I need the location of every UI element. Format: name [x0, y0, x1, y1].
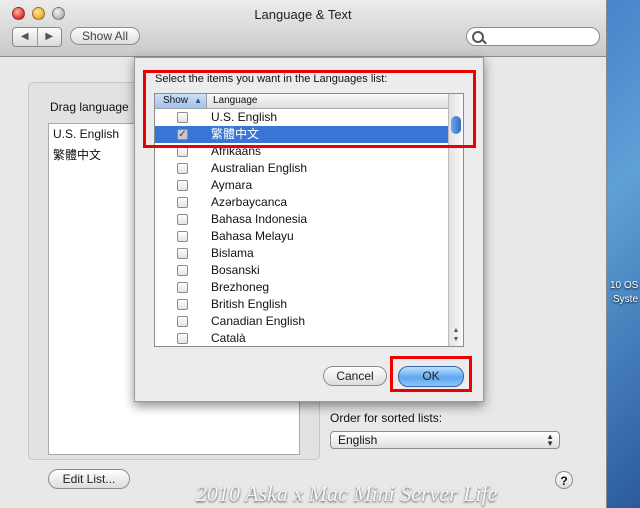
- table-row[interactable]: Bahasa Melayu: [155, 228, 451, 245]
- drag-languages-label: Drag language: [50, 100, 129, 114]
- order-sorted-value: English: [338, 433, 378, 447]
- back-forward-control: ◀ ▶: [12, 27, 62, 47]
- language-name: Bosanski: [211, 263, 260, 277]
- show-checkbox[interactable]: [177, 282, 188, 293]
- highlight-box-ok: [390, 356, 472, 392]
- table-row[interactable]: Canadian English: [155, 313, 451, 330]
- table-row[interactable]: Bosanski: [155, 262, 451, 279]
- table-row[interactable]: Bislama: [155, 245, 451, 262]
- show-checkbox[interactable]: [177, 163, 188, 174]
- show-checkbox[interactable]: [177, 299, 188, 310]
- language-name: Brezhoneg: [211, 280, 270, 294]
- language-name: Australian English: [211, 161, 308, 175]
- show-checkbox[interactable]: [177, 265, 188, 276]
- language-name: Bahasa Melayu: [211, 229, 294, 243]
- show-checkbox[interactable]: [177, 197, 188, 208]
- title-bar: Language & Text ◀ ▶ Show All: [0, 0, 606, 57]
- table-row[interactable]: British English: [155, 296, 451, 313]
- language-name: Canadian English: [211, 314, 306, 328]
- show-checkbox[interactable]: [177, 214, 188, 225]
- desktop-label-line2: Syste: [613, 294, 639, 305]
- order-sorted-label: Order for sorted lists:: [330, 411, 443, 425]
- forward-arrow-icon[interactable]: ▶: [36, 28, 62, 46]
- table-row[interactable]: Australian English: [155, 160, 451, 177]
- edit-list-button[interactable]: Edit List...: [48, 469, 130, 489]
- language-name: Bahasa Indonesia: [211, 212, 308, 226]
- watermark-text: 2010 Aska x Mac Mini Server Life: [196, 481, 498, 506]
- desktop-label-line1: 10 OS: [610, 280, 639, 291]
- highlight-box-languages: [143, 70, 476, 148]
- table-row[interactable]: Català: [155, 330, 451, 346]
- table-row[interactable]: Bahasa Indonesia: [155, 211, 451, 228]
- show-checkbox[interactable]: [177, 180, 188, 191]
- show-checkbox[interactable]: [177, 333, 188, 344]
- popup-arrows-icon: ▲ ▼: [546, 432, 554, 448]
- search-field[interactable]: [466, 27, 600, 46]
- table-row[interactable]: Aymara: [155, 177, 451, 194]
- help-button[interactable]: ?: [555, 471, 573, 489]
- cancel-button[interactable]: Cancel: [323, 366, 387, 386]
- language-name: British English: [211, 297, 288, 311]
- language-name: Aymara: [211, 178, 253, 192]
- table-row[interactable]: Brezhoneg: [155, 279, 451, 296]
- order-sorted-popup[interactable]: English ▲ ▼: [330, 431, 560, 449]
- show-all-button[interactable]: Show All: [70, 27, 140, 45]
- scroll-arrows-icon[interactable]: ▲ ▼: [449, 326, 463, 344]
- search-icon: [472, 31, 484, 43]
- language-name: Català: [211, 331, 246, 345]
- show-checkbox[interactable]: [177, 316, 188, 327]
- show-checkbox[interactable]: [177, 248, 188, 259]
- back-arrow-icon[interactable]: ◀: [13, 28, 37, 46]
- table-row[interactable]: Azərbaycanca: [155, 194, 451, 211]
- window-title: Language & Text: [254, 7, 352, 22]
- language-name: Bislama: [211, 246, 254, 260]
- show-checkbox[interactable]: [177, 231, 188, 242]
- language-name: Azərbaycanca: [211, 195, 288, 209]
